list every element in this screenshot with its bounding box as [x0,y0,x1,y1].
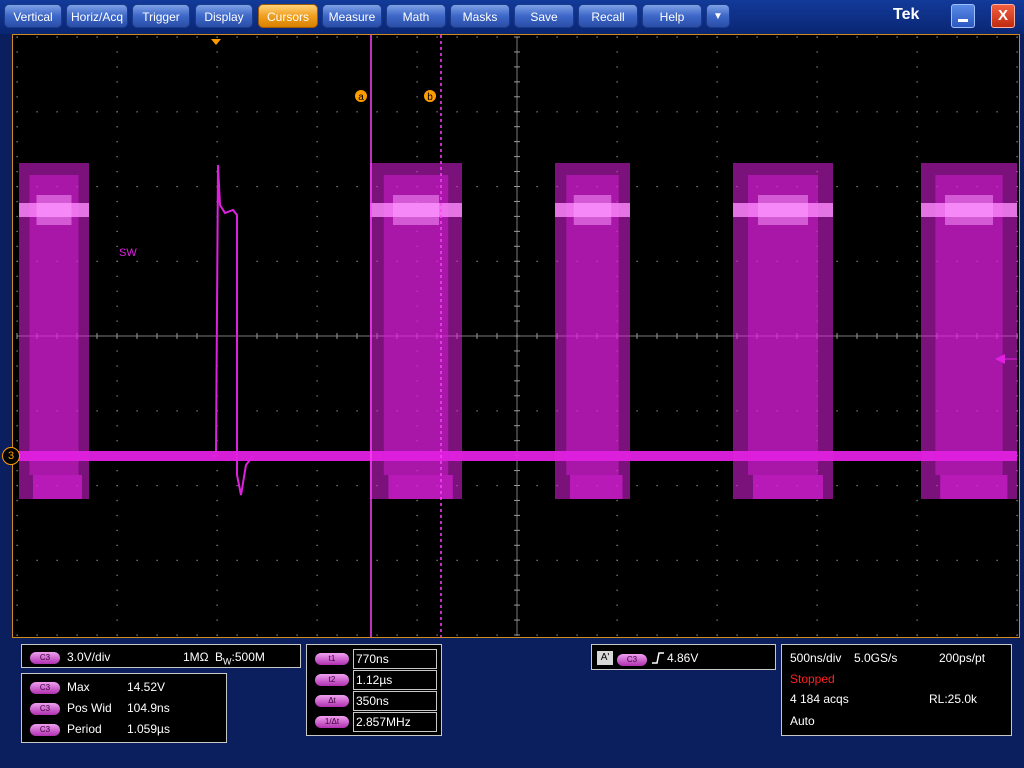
brand-logo: Tek [893,6,920,23]
waveform-label: SW [119,247,137,259]
waveform-burst [921,163,1017,499]
measurement-badge: C3 [30,703,60,715]
resolution: 200ps/pt [939,651,986,665]
waveform-burst [733,163,833,499]
measurement-row: C3 Max 14.52V [30,680,220,698]
measurement-panel[interactable]: C3 Max 14.52V C3 Pos Wid 104.9ns C3 Peri… [21,673,227,743]
menu-help-button[interactable]: Help [642,4,702,28]
cursor-readout-panel[interactable]: t1 770ns t2 1.12µs Δt 350ns 1/Δt 2.857MH… [306,644,442,736]
timebase: 500ns/div [790,651,842,665]
channel-coupling: 1MΩ [183,650,209,664]
measurement-value: 14.52V [127,680,166,694]
close-button[interactable]: X [991,4,1015,28]
cursor-row-t2: t2 1.12µs [311,670,439,690]
menu-cursors-button[interactable]: Cursors [258,4,318,28]
measurement-badge: C3 [30,682,60,694]
cursor-value: 350ns [353,691,437,711]
cursor-label: t2 [315,674,349,686]
cursor-label: Δt [315,695,349,707]
triangle-down-icon: ▼ [713,11,723,22]
channel-badge: C3 [30,651,60,664]
menu-vertical-button[interactable]: Vertical [4,4,62,28]
cursor-value: 770ns [353,649,437,669]
measurement-row: C3 Period 1.059µs [30,722,220,740]
measurement-value: 1.059µs [127,722,170,736]
menu-trigger-button[interactable]: Trigger [132,4,190,28]
minimize-button[interactable] [951,4,975,28]
measurement-row: C3 Pos Wid 104.9ns [30,701,220,719]
measurement-value: 104.9ns [127,701,170,715]
waveform-display[interactable]: a b SW [12,34,1020,638]
cursor-row-t1: t1 770ns [311,649,439,669]
menu-overflow-button[interactable]: ▼ [706,4,730,28]
waveform-burst [370,163,462,499]
measurement-name: Period [67,722,102,736]
sample-rate: 5.0GS/s [854,651,898,665]
cursor-label: 1/Δt [315,716,349,728]
channel-scale: 3.0V/div [67,650,111,664]
acquisition-count: 4 184 acqs [790,692,849,706]
trigger-mode-badge: A' [597,651,613,665]
channel-bandwidth: BW:500M [215,650,265,667]
measurement-badge: C3 [30,724,60,736]
run-status: Stopped [790,672,835,686]
graticule [16,36,1018,636]
cursor-b-label: b [427,92,433,103]
waveform-canvas: a b SW [16,35,1018,637]
measurement-name: Max [67,680,90,694]
cursor-label: t1 [315,653,349,665]
minimize-icon [958,19,968,22]
menu-recall-button[interactable]: Recall [578,4,638,28]
menu-display-button[interactable]: Display [195,4,253,28]
waveform-burst [555,163,630,499]
channel-readout[interactable]: C3 3.0V/div 1MΩ BW:500M [21,644,301,668]
menu-math-button[interactable]: Math [386,4,446,28]
trigger-level: 4.86V [667,651,699,665]
menu-horiz-acq-button[interactable]: Horiz/Acq [66,4,128,28]
trigger-source-badge: C3 [617,653,647,666]
menu-save-button[interactable]: Save [514,4,574,28]
trigger-readout[interactable]: A' C3 4.86V [591,644,776,670]
acquisition-readout[interactable]: 500ns/div 5.0GS/s 200ps/pt Stopped 4 184… [781,644,1012,736]
trigger-mode: Auto [790,714,815,728]
cursor-row-inverse-delta: 1/Δt 2.857MHz [311,712,439,732]
measurement-name: Pos Wid [67,701,112,715]
cursor-value: 1.12µs [353,670,437,690]
menu-measure-button[interactable]: Measure [322,4,382,28]
channel-3-ground-marker[interactable]: 3 [2,447,20,465]
rising-edge-icon [651,650,665,669]
cursor-a-label: a [358,92,364,103]
waveform-burst [19,163,89,499]
record-length: RL:25.0k [929,692,978,706]
trigger-position-icon [211,39,221,45]
menu-masks-button[interactable]: Masks [450,4,510,28]
waveform-spike [211,164,254,496]
waveform-baseline [17,451,1017,461]
cursor-value: 2.857MHz [353,712,437,732]
cursor-row-delta: Δt 350ns [311,691,439,711]
menu-bar: Vertical Horiz/Acq Trigger Display Curso… [0,0,1024,34]
